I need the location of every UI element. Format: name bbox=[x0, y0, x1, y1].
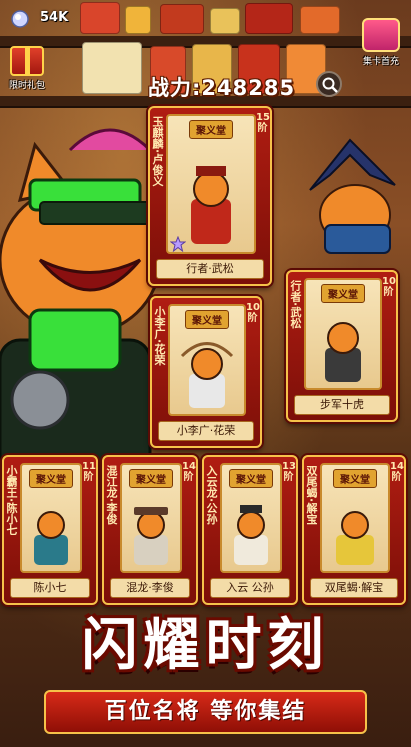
card-level: 10阶 bbox=[246, 302, 260, 324]
hero-portrait-icon bbox=[234, 505, 268, 565]
hero-portrait-icon bbox=[191, 166, 231, 244]
snack-box bbox=[160, 4, 204, 34]
card-portrait: 聚义堂 bbox=[220, 463, 282, 573]
subtitle-ribbon: 百位名将 等你集结 bbox=[44, 690, 367, 734]
card-hero-title: 小李广·花荣 bbox=[153, 306, 166, 366]
hero-card[interactable]: 小霸王·陈小七 11阶 聚义堂 陈小七 bbox=[2, 455, 98, 605]
card-hall-label: 聚义堂 bbox=[189, 120, 233, 139]
snack-box bbox=[125, 6, 151, 34]
hero-card[interactable]: 混江龙·李俊 14阶 聚义堂 混龙·李俊 bbox=[102, 455, 198, 605]
card-portrait: 聚义堂 bbox=[304, 278, 382, 390]
combat-power: 战力:248285 bbox=[148, 76, 296, 100]
hero-card[interactable]: 入云龙·公孙 13阶 聚义堂 入云 公孙 bbox=[202, 455, 298, 605]
card-name: 行者·武松 bbox=[156, 259, 264, 279]
card-hero-title: 小霸王·陈小七 bbox=[5, 465, 18, 536]
gift-label: 限时礼包 bbox=[8, 81, 45, 91]
card-hero-title: 行者·武松 bbox=[289, 280, 302, 329]
hero-card[interactable]: 双尾蝎·解宝 14阶 聚义堂 双尾蝎·解宝 bbox=[302, 455, 406, 605]
cardpack-label: 集卡首充 bbox=[362, 57, 399, 67]
search-icon bbox=[322, 77, 338, 93]
card-name: 混龙·李俊 bbox=[110, 578, 190, 598]
card-portrait: 聚义堂 bbox=[168, 304, 246, 416]
card-hall-label: 聚义堂 bbox=[321, 284, 365, 303]
noodle-poster bbox=[82, 42, 142, 94]
card-first-recharge-button[interactable]: 集卡首充 bbox=[357, 18, 405, 67]
card-name: 双尾蝎·解宝 bbox=[310, 578, 398, 598]
card-portrait: 聚义堂 bbox=[120, 463, 182, 573]
card-hero-title: 双尾蝎·解宝 bbox=[305, 465, 318, 525]
card-hero-title: 入云龙·公孙 bbox=[205, 465, 218, 525]
card-level: 15阶 bbox=[256, 112, 270, 134]
card-hall-label: 聚义堂 bbox=[229, 469, 273, 488]
snack-box bbox=[80, 2, 120, 34]
card-portrait: 聚义堂 bbox=[20, 463, 82, 573]
currency-amount: 54K bbox=[40, 10, 69, 25]
card-hero-title: 玉麒麟·卢俊义 bbox=[151, 116, 164, 187]
snack-box bbox=[300, 6, 340, 34]
game-scene: 54K 限时礼包 集卡首充 战力:248285 玉麒麟·卢俊义 15阶 聚义堂 … bbox=[0, 0, 411, 747]
card-name: 小李广·花荣 bbox=[158, 421, 254, 441]
card-hall-label: 聚义堂 bbox=[129, 469, 173, 488]
gift-box-icon bbox=[10, 46, 44, 76]
card-pack-icon bbox=[362, 18, 400, 52]
card-name: 入云 公孙 bbox=[210, 578, 290, 598]
card-level: 10阶 bbox=[382, 276, 396, 298]
card-level: 13阶 bbox=[282, 461, 296, 483]
card-hall-label: 聚义堂 bbox=[333, 469, 377, 488]
card-hall-label: 聚义堂 bbox=[185, 310, 229, 329]
hero-portrait-icon bbox=[336, 511, 374, 565]
card-portrait: 聚义堂 bbox=[166, 114, 256, 254]
card-portrait: 聚义堂 bbox=[320, 463, 390, 573]
card-level: 11阶 bbox=[82, 461, 96, 483]
hero-portrait-icon bbox=[134, 507, 168, 565]
hero-card[interactable]: 行者·武松 10阶 聚义堂 步军十虎 bbox=[286, 270, 398, 422]
search-button[interactable] bbox=[316, 71, 342, 97]
purple-star-icon bbox=[170, 236, 186, 252]
card-name: 步军十虎 bbox=[294, 395, 390, 415]
card-hero-title: 混江龙·李俊 bbox=[105, 465, 118, 525]
samurai-cat-character bbox=[309, 138, 396, 254]
hero-portrait-icon bbox=[325, 322, 361, 382]
hero-portrait-icon bbox=[34, 511, 68, 565]
snack-box bbox=[245, 3, 293, 34]
snack-box bbox=[210, 8, 240, 34]
hero-card[interactable]: 玉麒麟·卢俊义 15阶 聚义堂 行者·武松 bbox=[148, 106, 272, 286]
limited-gift-button[interactable]: 限时礼包 bbox=[5, 46, 49, 91]
crystal-gem-icon bbox=[11, 10, 29, 28]
card-hall-label: 聚义堂 bbox=[29, 469, 73, 488]
card-level: 14阶 bbox=[390, 461, 404, 483]
event-title: 闪耀时刻 bbox=[81, 613, 330, 678]
hero-card[interactable]: 小李广·花荣 10阶 聚义堂 小李广·花荣 bbox=[150, 296, 262, 448]
card-level: 14阶 bbox=[182, 461, 196, 483]
hero-portrait-icon bbox=[180, 342, 234, 408]
card-name: 陈小七 bbox=[10, 578, 90, 598]
